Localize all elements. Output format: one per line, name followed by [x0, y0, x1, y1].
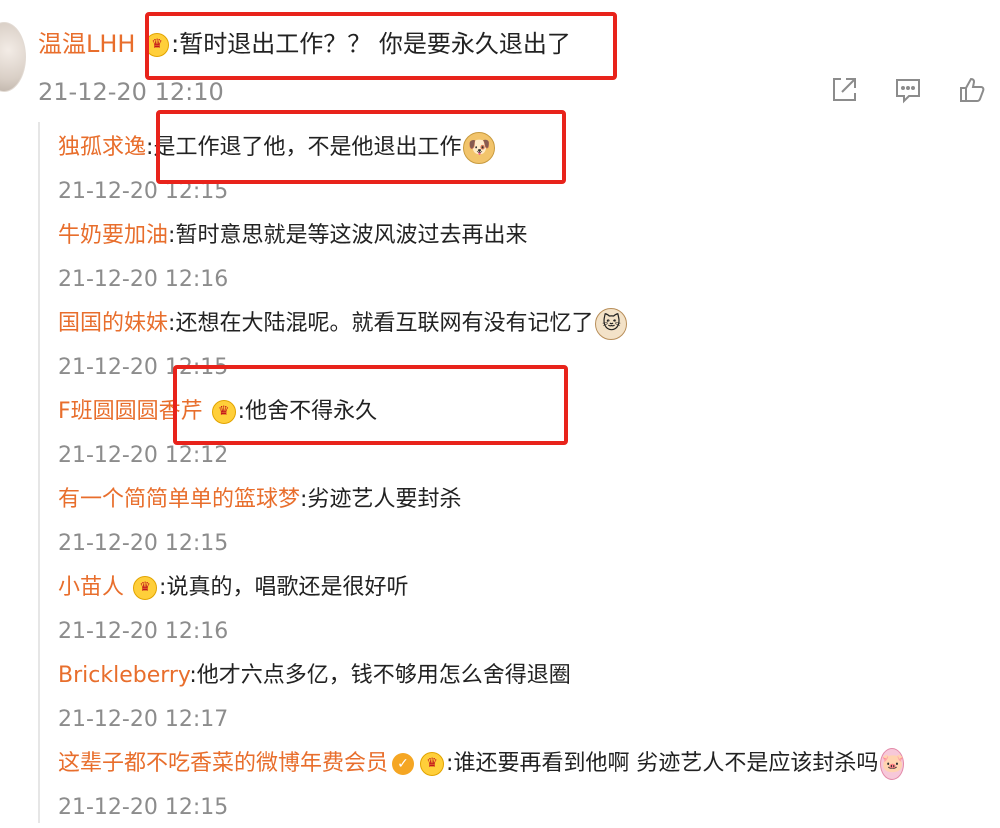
verified-badge-icon: ✓	[392, 753, 415, 775]
share-icon[interactable]	[828, 74, 860, 106]
reply-username[interactable]: F班圆圆圆香芹	[58, 399, 203, 424]
reply-separator: :	[237, 399, 246, 424]
comment-actions	[828, 74, 988, 106]
reply-username[interactable]: 小苗人	[58, 575, 124, 600]
pig-emoji-icon: 🐷	[880, 748, 905, 780]
reply-text: 还想在大陆混呢。就看互联网有没有记忆了	[175, 311, 594, 336]
reply-username[interactable]: 有一个简简单单的篮球梦	[58, 487, 300, 512]
reply-timestamp: 21-12-20 12:17	[58, 707, 229, 732]
reply-timestamp: 21-12-20 12:15	[58, 355, 229, 380]
reply-username[interactable]: Brickleberry	[58, 663, 189, 688]
like-icon[interactable]	[956, 74, 988, 106]
main-comment-separator: :	[171, 30, 180, 58]
reply-timestamp: 21-12-20 12:16	[58, 267, 229, 292]
crown-badge-icon: ♛	[133, 576, 158, 600]
reply-text: 是工作退了他，不是他退出工作	[153, 135, 462, 160]
reply-item: 这辈子都不吃香菜的微博年费会员 ✓ ♛:谁还要再看到他啊 劣迹艺人不是应该封杀吗 🐷 …	[58, 740, 1000, 828]
avatar[interactable]	[0, 22, 26, 92]
reply-separator: :	[189, 663, 197, 688]
crown-badge-icon: ♛	[420, 752, 445, 776]
crown-badge-icon: ♛	[145, 33, 170, 57]
reply-thread-line	[38, 122, 40, 823]
reply-list: 独孤求逸:是工作退了他，不是他退出工作 🐶 21-12-20 12:15 牛奶要加…	[58, 124, 1000, 828]
reply-item: F班圆圆圆香芹 ♛:他舍不得永久 21-12-20 12:12	[58, 388, 1000, 476]
cat-emoji-icon: 🐱	[595, 308, 628, 340]
main-comment-username[interactable]: 温温LHH	[38, 30, 135, 58]
reply-item: 独孤求逸:是工作退了他，不是他退出工作 🐶 21-12-20 12:15	[58, 124, 1000, 212]
main-comment-text: 暂时退出工作？？ 你是要永久退出了	[179, 30, 571, 58]
reply-username[interactable]: 国国的妹妹	[58, 311, 168, 336]
reply-text: 劣迹艺人要封杀	[307, 487, 462, 512]
comment-icon[interactable]	[892, 74, 924, 106]
reply-item: 牛奶要加油:暂时意思就是等这波风波过去再出来 21-12-20 12:16	[58, 212, 1000, 300]
main-comment-timestamp: 21-12-20 12:10	[38, 78, 224, 106]
reply-timestamp: 21-12-20 12:15	[58, 531, 229, 556]
reply-text: 说真的，唱歌还是很好听	[166, 575, 409, 600]
main-comment: 温温LHH ♛:暂时退出工作？？ 你是要永久退出了	[38, 22, 571, 66]
doge-emoji-icon: 🐶	[463, 132, 496, 164]
reply-timestamp: 21-12-20 12:15	[58, 795, 229, 820]
reply-item: 有一个简简单单的篮球梦:劣迹艺人要封杀 21-12-20 12:15	[58, 476, 1000, 564]
reply-text: 谁还要再看到他啊 劣迹艺人不是应该封杀吗	[453, 751, 879, 776]
reply-item: Brickleberry:他才六点多亿，钱不够用怎么舍得退圈 21-12-20 …	[58, 652, 1000, 740]
reply-username[interactable]: 独孤求逸	[58, 135, 146, 160]
reply-timestamp: 21-12-20 12:12	[58, 443, 229, 468]
reply-item: 国国的妹妹:还想在大陆混呢。就看互联网有没有记忆了 🐱 21-12-20 12:1…	[58, 300, 1000, 388]
reply-username[interactable]: 牛奶要加油	[58, 223, 168, 248]
reply-username[interactable]: 这辈子都不吃香菜的微博年费会员	[58, 751, 388, 776]
reply-item: 小苗人 ♛:说真的，唱歌还是很好听 21-12-20 12:16	[58, 564, 1000, 652]
crown-badge-icon: ♛	[211, 400, 236, 424]
reply-timestamp: 21-12-20 12:16	[58, 619, 229, 644]
reply-text: 他才六点多亿，钱不够用怎么舍得退圈	[196, 663, 571, 688]
reply-text: 暂时意思就是等这波风波过去再出来	[175, 223, 528, 248]
reply-timestamp: 21-12-20 12:15	[58, 179, 229, 204]
reply-text: 他舍不得永久	[245, 399, 378, 424]
